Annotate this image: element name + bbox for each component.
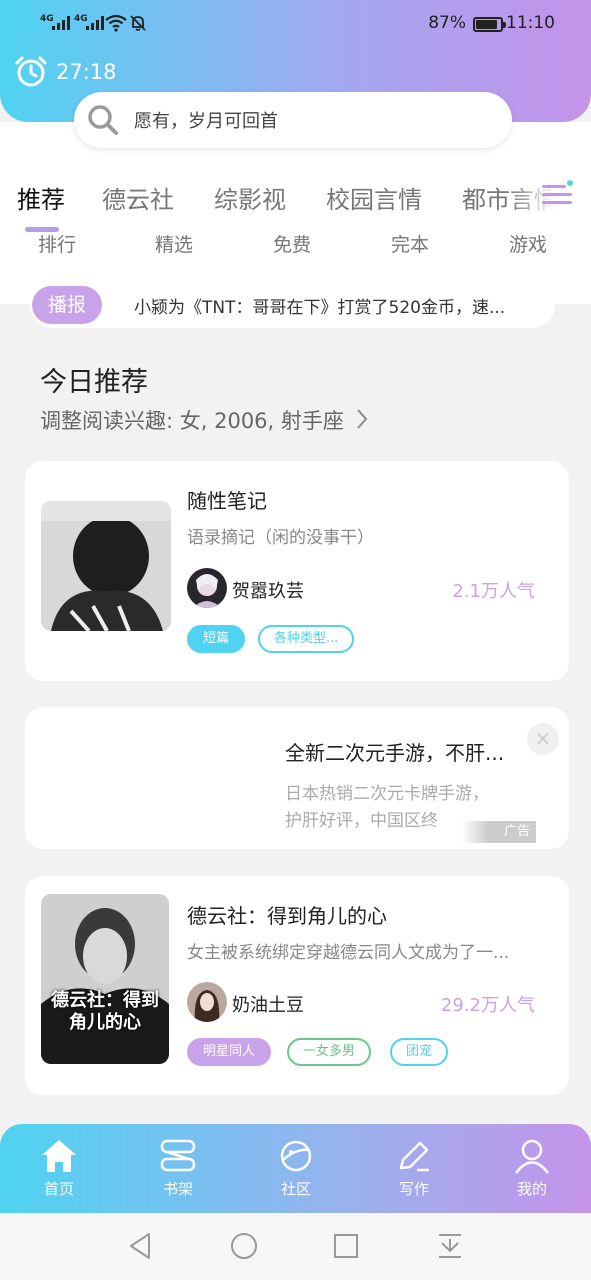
- book-title: 德云社：得到角儿的心: [187, 904, 387, 928]
- system-navigation-bar: [0, 1213, 591, 1280]
- nav-home[interactable]: 首页: [19, 1138, 99, 1199]
- broadcast-message: 小颍为《TNT：哥哥在下》打赏了520金币，速...: [134, 297, 506, 318]
- nav-label: 首页: [43, 1180, 74, 1198]
- avatar: [187, 982, 227, 1022]
- battery-percent: 87%: [428, 13, 466, 33]
- nav-bookshelf[interactable]: 书架: [138, 1138, 218, 1199]
- interest-settings-link[interactable]: 调整阅读兴趣: 女, 2006, 射手座: [40, 405, 369, 435]
- chevron-right-icon: [356, 409, 367, 429]
- author-name: 奶油土豆: [232, 995, 304, 1016]
- alarm-clock-icon: [15, 56, 47, 87]
- book-card[interactable]: 随性笔记 语录摘记（闲的没事干） 贺嚣玖芸 2.1万人气 短篇 各种类型...: [25, 461, 569, 681]
- battery-icon: [473, 17, 506, 32]
- bottom-navigation: 首页 书架 社区 写作 我的: [0, 1124, 591, 1213]
- timer-value: 27:18: [56, 60, 117, 84]
- cover-title-text: 德云社：得到角儿的心: [51, 990, 159, 1033]
- cover-image: [41, 894, 169, 1064]
- avatar: [187, 568, 227, 608]
- search-bar[interactable]: 愿有，岁月可回首: [74, 92, 512, 148]
- broadcast-bar[interactable]: 播报 小颍为《TNT：哥哥在下》打赏了520金币，速...: [30, 282, 555, 328]
- nav-label: 社区: [280, 1180, 311, 1198]
- status-bar: 4G 4G 87% 11:10: [0, 10, 591, 40]
- ad-title: 全新二次元手游，不肝...: [285, 741, 505, 765]
- nav-write[interactable]: 写作: [374, 1138, 454, 1199]
- planet-icon: [280, 1140, 312, 1172]
- category-tabs: 推荐 德云社 综影视 校园言情 都市言情: [0, 180, 591, 220]
- subtab-completed[interactable]: 完本: [391, 230, 429, 257]
- book-tag[interactable]: 各种类型...: [258, 625, 355, 653]
- author-avatar-image: [187, 982, 227, 1022]
- tab-film-tv[interactable]: 综影视: [214, 180, 286, 215]
- ad-close-button[interactable]: ×: [527, 723, 559, 755]
- tab-recommend[interactable]: 推荐: [17, 180, 65, 215]
- book-tag[interactable]: 短篇: [187, 625, 246, 653]
- tab-deyunshe[interactable]: 德云社: [102, 180, 174, 215]
- reading-timer[interactable]: 27:18: [14, 55, 117, 89]
- book-cover: 德云社：得到角儿的心: [41, 894, 169, 1064]
- signal-icon-2: [86, 16, 104, 30]
- profile-icon: [515, 1139, 549, 1174]
- popularity-count: 2.1万人气: [452, 581, 535, 602]
- subtab-games[interactable]: 游戏: [509, 230, 547, 257]
- ad-card[interactable]: 全新二次元手游，不肝... 日本热销二次元卡牌手游，护肝好评，中国区终 × 广告: [25, 707, 569, 849]
- nav-label: 书架: [162, 1180, 193, 1198]
- subtab-free[interactable]: 免费: [273, 230, 311, 257]
- book-description: 女主被系统绑定穿越德云同人文成为了一...: [187, 943, 510, 963]
- recents-icon[interactable]: [332, 1231, 360, 1261]
- book-description: 语录摘记（闲的没事干）: [187, 528, 374, 548]
- sub-tabs: 排行 精选 免费 完本 游戏: [0, 230, 591, 258]
- subtab-ranking[interactable]: 排行: [38, 230, 76, 257]
- book-card[interactable]: 德云社：得到角儿的心 德云社：得到角儿的心 女主被系统绑定穿越德云同人文成为了一…: [25, 876, 569, 1095]
- book-tag[interactable]: 明星同人: [187, 1038, 272, 1066]
- signal-icon: [52, 16, 70, 30]
- status-time: 11:10: [506, 13, 555, 33]
- category-menu-icon[interactable]: [540, 180, 574, 210]
- nav-label: 我的: [516, 1180, 547, 1198]
- nav-profile[interactable]: 我的: [492, 1138, 572, 1199]
- tab-campus-romance[interactable]: 校园言情: [326, 180, 422, 215]
- broadcast-badge: 播报: [32, 286, 103, 324]
- wifi-icon: [105, 14, 127, 32]
- mute-bell-icon: [130, 15, 146, 31]
- author-avatar-image: [187, 568, 227, 608]
- section-subtitle: 调整阅读兴趣: 女, 2006, 射手座: [40, 409, 344, 433]
- notification-shade-icon[interactable]: [436, 1231, 464, 1261]
- back-icon[interactable]: [127, 1231, 155, 1261]
- search-icon: [88, 105, 118, 135]
- book-title: 随性笔记: [187, 489, 267, 513]
- author-name: 贺嚣玖芸: [232, 581, 304, 602]
- subtab-featured[interactable]: 精选: [155, 230, 193, 257]
- section-title: 今日推荐: [40, 367, 148, 398]
- home-icon: [42, 1140, 76, 1172]
- search-placeholder: 愿有，岁月可回首: [134, 111, 278, 132]
- bookshelf-icon: [160, 1139, 196, 1172]
- nav-community[interactable]: 社区: [256, 1138, 336, 1199]
- home-circle-icon[interactable]: [229, 1231, 259, 1261]
- nav-label: 写作: [398, 1180, 429, 1198]
- book-tag[interactable]: 一女多男: [287, 1038, 372, 1066]
- book-tag[interactable]: 团宠: [390, 1038, 449, 1066]
- book-cover: [41, 501, 171, 631]
- popularity-count: 29.2万人气: [440, 995, 535, 1016]
- cover-image: [41, 501, 171, 631]
- ad-label: 广告: [462, 821, 536, 843]
- pen-icon: [399, 1141, 429, 1172]
